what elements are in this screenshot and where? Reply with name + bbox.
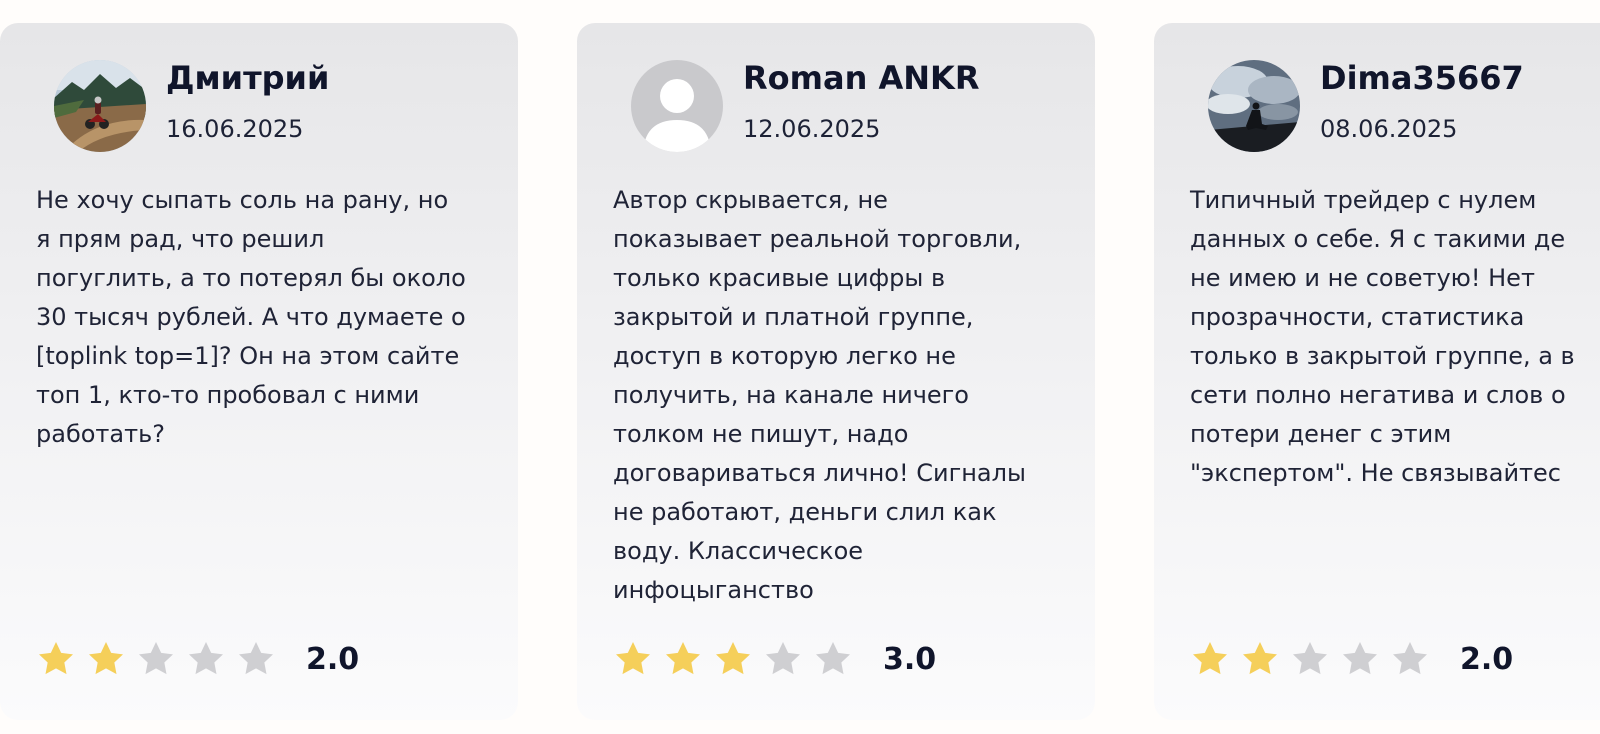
star-icon: [139, 642, 173, 675]
rating-value: 2.0: [1460, 641, 1514, 677]
star-icon: [1293, 642, 1327, 675]
review-date: 16.06.2025: [166, 115, 304, 143]
star-icon: [766, 642, 800, 675]
star-icon: [816, 642, 850, 675]
star-icon: [89, 642, 123, 675]
star-icon: [1193, 642, 1227, 675]
star-icon: [616, 642, 650, 675]
review-card: Roman ANKR 12.06.2025 Автор скрывается, …: [577, 23, 1095, 720]
star-icon: [39, 642, 73, 675]
author-name: Дмитрий: [166, 59, 330, 97]
author-name: Roman ANKR: [743, 59, 980, 97]
reviews-carousel[interactable]: Дмитрий 16.06.2025 Не хочу сыпать соль н…: [0, 23, 1600, 720]
motorcycle-photo-avatar-icon: [54, 60, 146, 152]
star-rating: 2.0: [36, 637, 359, 681]
review-date: 08.06.2025: [1320, 115, 1458, 143]
star-rating: 3.0: [613, 637, 936, 681]
reviews-section: Дмитрий 16.06.2025 Не хочу сыпать соль н…: [0, 0, 1600, 734]
rating-value: 2.0: [306, 641, 360, 677]
review-card: Dima35667 08.06.2025 Типичный трейдер с …: [1154, 23, 1600, 720]
star-icon: [239, 642, 273, 675]
default-user-avatar-icon: [631, 60, 723, 152]
author-avatar: [1208, 60, 1300, 152]
star-icon: [1243, 642, 1277, 675]
review-card: Дмитрий 16.06.2025 Не хочу сыпать соль н…: [0, 23, 518, 720]
author-avatar: [54, 60, 146, 152]
review-date: 12.06.2025: [743, 115, 881, 143]
author-avatar: [631, 60, 723, 152]
rating-value: 3.0: [883, 641, 937, 677]
star-icon: [716, 642, 750, 675]
star-icon: [1343, 642, 1377, 675]
review-text: Типичный трейдер с нулем данных о себе. …: [1190, 186, 1575, 487]
star-icon: [666, 642, 700, 675]
review-text: Не хочу сыпать соль на рану, но я прям р…: [36, 186, 466, 448]
sky-silhouette-photo-avatar-icon: [1208, 60, 1300, 152]
star-icon: [1393, 642, 1427, 675]
review-text: Автор скрывается, не показывает реальной…: [613, 186, 1026, 604]
star-icon: [189, 642, 223, 675]
star-rating: 2.0: [1190, 637, 1513, 681]
author-name: Dima35667: [1320, 59, 1524, 97]
